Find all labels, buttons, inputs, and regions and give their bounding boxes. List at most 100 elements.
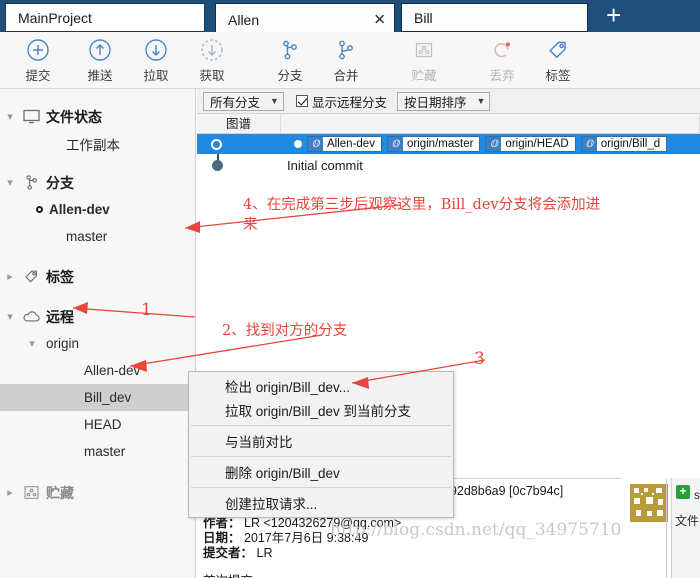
show-remote-branches-checkbox[interactable]: 显示远程分支 [295,92,387,111]
toolbar-button-commit[interactable]: 提交 [10,32,66,89]
sidebar-item-label: Allen-dev [84,363,141,378]
tab-label: Allen [228,11,260,28]
pull-down-arrow-icon [144,37,168,63]
toolbar-button-discard[interactable]: 丢弃 [474,32,530,89]
sidebar-group-label: 标签 [46,268,74,285]
commit-plus-icon [26,37,50,63]
tab-allen[interactable]: Allen ✕ [215,3,395,35]
ref-tag-allen-dev[interactable]: 𝕆 Allen-dev [307,136,382,152]
sidebar-item-remote-origin[interactable]: ▾ origin [0,330,195,357]
file-list-pane: + s 文件 [671,478,700,578]
sort-select[interactable]: 按日期排序 ▼ [396,91,491,111]
pane-divider[interactable] [666,478,667,578]
sidebar-item-remote-branch-master[interactable]: master [0,438,195,465]
merge-icon [334,37,358,63]
sidebar-item-remote-branch-bill-dev[interactable]: Bill_dev [0,384,195,411]
commit-committer-label: 提交者： [203,546,254,560]
toolbar-button-merge[interactable]: 合并 [318,32,374,89]
menu-separator [191,487,451,488]
ref-label: origin/Bill_d [600,138,661,150]
sidebar-item-label: origin [46,336,80,351]
commit-table-header: 图谱 [197,113,700,134]
chevron-down-icon[interactable]: ▾ [22,337,42,350]
file-label: 文件 [675,514,700,528]
commit-message: Initial commit [287,157,363,173]
add-tab-icon[interactable]: + [606,2,621,28]
stash-icon [412,37,436,63]
sidebar-item-remote-branch-head[interactable]: HEAD [0,411,195,438]
toolbar-label: 分支 [277,68,303,83]
sidebar-group-label: 远程 [46,308,74,325]
column-header-graph[interactable]: 图谱 [197,113,281,134]
sidebar-item-label: master [66,229,108,244]
tag-icon [546,37,570,63]
menu-item-pull-into-current[interactable]: 拉取 origin/Bill_dev 到当前分支 [189,398,453,422]
column-header-description[interactable] [281,113,700,134]
tab-mainproject[interactable]: MainProject [5,3,205,32]
tab-label: Bill [414,9,433,26]
tab-bill[interactable]: Bill [401,3,588,32]
commit-date-row: 日期： 2017年7月6日 9:38:49 [203,531,401,546]
sidebar-item-label: Allen-dev [49,202,110,217]
ref-label: origin/HEAD [505,138,569,150]
table-row[interactable]: Initial commit [197,154,700,176]
sidebar-item-label: 工作副本 [66,137,120,153]
ref-tag-origin-bill-dev[interactable]: 𝕆 origin/Bill_d [580,136,668,152]
toolbar-label: 丢弃 [489,68,515,83]
toolbar-button-fetch[interactable]: 获取 [184,32,240,89]
commit-committer-row: 提交者： LR [203,546,401,561]
sidebar-group-remotes[interactable]: ▾ 远程 [0,303,195,330]
menu-item-checkout[interactable]: 检出 origin/Bill_dev... [189,374,453,398]
checkbox-icon [295,95,308,107]
commit-date-label: 日期： [203,531,241,545]
sidebar-item-branch-allen-dev[interactable]: Allen-dev [0,196,195,223]
context-menu: 检出 origin/Bill_dev... 拉取 origin/Bill_dev… [188,371,454,518]
toolbar-button-tag[interactable]: 标签 [530,32,586,89]
sidebar-item-label: master [84,444,126,459]
ref-tag-origin-head[interactable]: 𝕆 origin/HEAD [485,136,576,152]
chevron-down-icon[interactable]: ▾ [0,110,20,123]
menu-item-diff-against-current[interactable]: 与当前对比 [189,429,453,453]
sidebar-item-branch-master[interactable]: master [0,223,195,250]
sidebar-item-working-copy[interactable]: 工作副本 [0,130,195,157]
fetch-dashed-arrow-icon [200,37,224,63]
toolbar-button-branch[interactable]: 分支 [262,32,318,89]
sidebar-group-stashes[interactable]: ▸ 贮藏 [0,479,195,506]
add-file-icon[interactable]: + [676,485,690,499]
menu-item-create-pull-request[interactable]: 创建拉取请求... [189,491,453,515]
cloud-icon [20,310,42,324]
ref-tag-origin-master[interactable]: 𝕆 origin/master [386,136,481,152]
toolbar-label: 贮藏 [411,68,437,83]
graph-node-icon [211,138,222,150]
toolbar-label: 合并 [333,68,359,83]
toolbar-button-stash[interactable]: 贮藏 [396,32,452,89]
selected-label: s [694,488,700,502]
close-icon[interactable]: ✕ [373,12,386,27]
table-row[interactable]: 𝕆 Allen-dev 𝕆 origin/master 𝕆 origin/HEA… [197,134,700,154]
stash-icon [20,485,42,500]
toolbar-label: 拉取 [143,68,169,83]
sidebar-group-file-status[interactable]: ▾ 文件状态 [0,103,195,130]
filter-bar: 所有分支 ▼ 显示远程分支 按日期排序 ▼ [197,89,700,114]
toolbar-button-pull[interactable]: 拉取 [128,32,184,89]
sidebar-group-branches[interactable]: ▾ 分支 [0,169,195,196]
commit-author-value: LR <1204326279@qq.com> [244,516,402,530]
sidebar-group-tags[interactable]: ▸ 标签 [0,263,195,290]
commit-committer-value: LR [256,546,273,560]
commit-author-label: 作者： [203,516,241,530]
chevron-down-icon[interactable]: ▾ [0,176,20,189]
chevron-down-icon[interactable]: ▾ [0,310,20,323]
toolbar-button-push[interactable]: 推送 [72,32,128,89]
tag-icon [20,268,42,285]
show-remote-branches-label: 显示远程分支 [311,95,387,110]
chevron-right-icon[interactable]: ▸ [0,270,20,283]
branch-ref-icon: 𝕆 [581,137,597,151]
ref-label: origin/master [406,138,474,150]
branch-filter-select[interactable]: 所有分支 ▼ [203,91,284,111]
toolbar-label: 获取 [199,68,225,83]
monitor-icon [20,109,42,124]
toolbar: 提交 推送 拉取 获取 分支 合并 贮藏 丢弃 标签 [0,32,700,89]
menu-item-delete-branch[interactable]: 删除 origin/Bill_dev [189,460,453,484]
sidebar-item-remote-branch-allen-dev[interactable]: Allen-dev [0,357,195,384]
chevron-right-icon[interactable]: ▸ [0,486,20,499]
